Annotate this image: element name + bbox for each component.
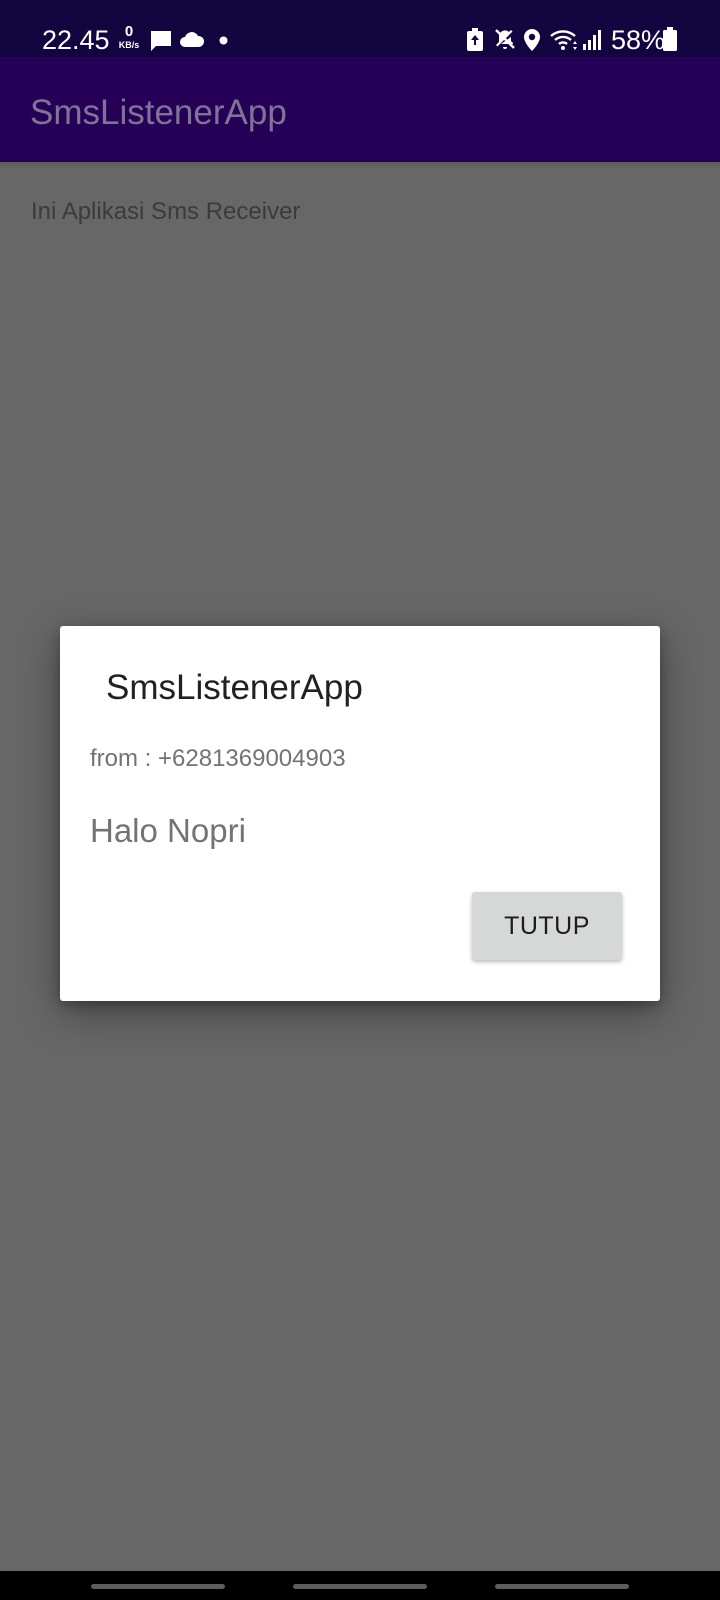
battery-saver-icon [467, 28, 483, 51]
dialog-sender: from : +6281369004903 [90, 745, 346, 772]
network-speed-unit: KB/s [118, 40, 140, 50]
wifi-icon [550, 30, 577, 50]
main-text: Ini Aplikasi Sms Receiver [31, 198, 301, 225]
network-speed: 0 KB/s [115, 23, 143, 51]
battery-percent: 58% [611, 25, 666, 55]
close-button[interactable]: TUTUP [472, 892, 622, 960]
mute-icon [495, 29, 515, 49]
dot-icon [219, 36, 228, 45]
nav-home[interactable] [293, 1584, 427, 1589]
navigation-bar [0, 1571, 720, 1600]
dialog-message: Halo Nopri [90, 812, 246, 849]
app-title: SmsListenerApp [30, 93, 287, 132]
nav-back[interactable] [495, 1584, 629, 1589]
dialog-title: SmsListenerApp [106, 668, 363, 707]
battery-icon [663, 27, 677, 51]
app-bar-shadow [0, 162, 720, 168]
cloud-icon [180, 32, 205, 47]
location-icon [524, 29, 540, 51]
status-time: 22.45 [42, 25, 110, 55]
app-bar: SmsListenerApp [0, 57, 720, 162]
network-speed-value: 0 [124, 23, 134, 40]
sms-alert-dialog: SmsListenerApp from : +6281369004903 Hal… [60, 626, 660, 1001]
nav-recent-apps[interactable] [91, 1584, 225, 1589]
status-bar: 22.45 0 KB/s 58% [0, 0, 720, 57]
signal-icon [583, 30, 601, 50]
message-icon [151, 31, 171, 51]
